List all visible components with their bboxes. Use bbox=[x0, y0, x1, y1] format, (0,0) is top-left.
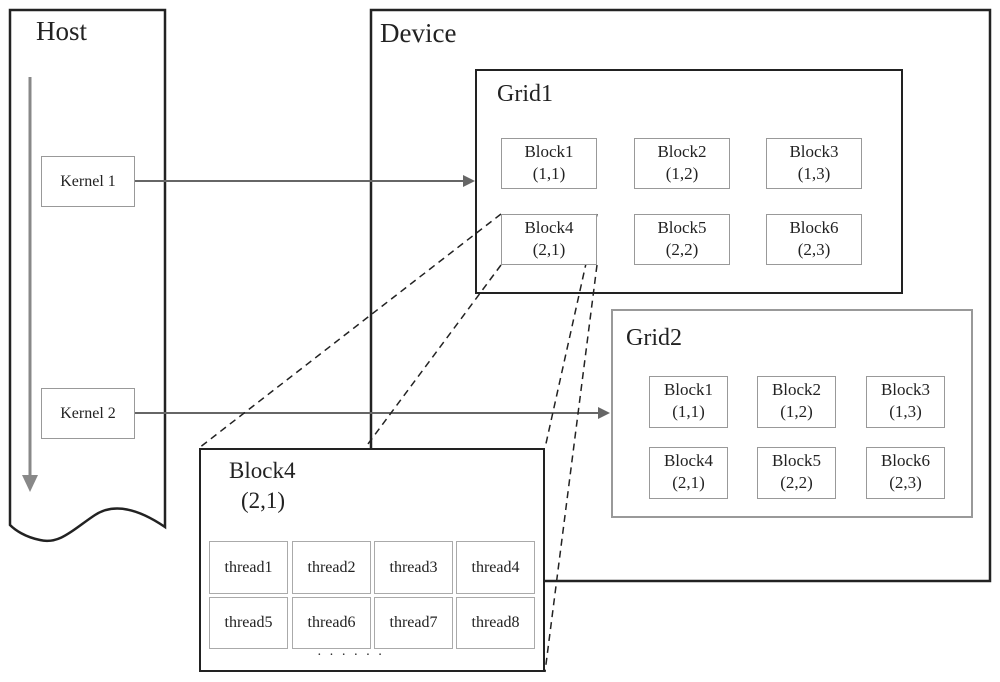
timeline-arrowhead-icon bbox=[22, 475, 38, 492]
kernel-1-label: Kernel 1 bbox=[60, 172, 116, 190]
thread-label: thread7 bbox=[389, 614, 438, 631]
thread-label: thread8 bbox=[471, 614, 520, 631]
block-coord: (1,3) bbox=[797, 164, 831, 183]
kernel1-arrowhead-icon bbox=[463, 175, 475, 187]
grid1-block-3[interactable]: Block3 (1,3) bbox=[766, 138, 862, 189]
grid2-block-5[interactable]: Block5 (2,2) bbox=[757, 447, 836, 499]
grid2-block-4[interactable]: Block4 (2,1) bbox=[649, 447, 728, 499]
block-name: Block3 bbox=[789, 142, 839, 161]
thread-label: thread6 bbox=[307, 614, 356, 631]
block-name: Block1 bbox=[524, 142, 574, 161]
thread-label: thread3 bbox=[389, 558, 438, 576]
grid1-title: Grid1 bbox=[497, 81, 553, 107]
kernel-1-box[interactable]: Kernel 1 bbox=[41, 156, 135, 207]
thread-5[interactable]: thread5 bbox=[209, 597, 288, 649]
block-coord: (2,3) bbox=[889, 473, 922, 492]
thread-label: thread2 bbox=[307, 558, 356, 576]
block-coord: (2,3) bbox=[797, 240, 831, 259]
block-name: Block3 bbox=[880, 380, 931, 399]
thread-ellipsis: · · · · · · bbox=[317, 648, 385, 663]
grid1-block-1[interactable]: Block1 (1,1) bbox=[501, 138, 597, 189]
grid2-title: Grid2 bbox=[626, 325, 682, 351]
thread-label: thread1 bbox=[224, 558, 273, 576]
block-coord: (1,1) bbox=[672, 402, 705, 421]
grid2-block-2[interactable]: Block2 (1,2) bbox=[757, 376, 836, 428]
host-panel-outline bbox=[8, 8, 167, 543]
grid2-block-6[interactable]: Block6 (2,3) bbox=[866, 447, 945, 499]
block-coord: (2,2) bbox=[665, 240, 699, 259]
kernel2-arrowhead-icon bbox=[598, 407, 610, 419]
expanded-block-coord: (2,1) bbox=[241, 488, 286, 513]
block-coord: (2,1) bbox=[672, 473, 705, 492]
thread-4[interactable]: thread4 bbox=[456, 541, 535, 594]
kernel-2-label: Kernel 2 bbox=[60, 404, 116, 422]
block-name: Block5 bbox=[657, 218, 707, 237]
block-coord: (2,1) bbox=[532, 240, 566, 259]
block-name: Block6 bbox=[789, 218, 839, 237]
thread-1[interactable]: thread1 bbox=[209, 541, 288, 594]
block-coord: (1,2) bbox=[665, 164, 699, 183]
grid2-block-1[interactable]: Block1 (1,1) bbox=[649, 376, 728, 428]
expanded-block-title: Block4 bbox=[229, 458, 296, 483]
block-name: Block4 bbox=[524, 218, 574, 237]
zoom-line-top-left bbox=[198, 213, 502, 449]
host-title: Host bbox=[36, 16, 88, 46]
kernel-2-box[interactable]: Kernel 2 bbox=[41, 388, 135, 439]
block-name: Block2 bbox=[771, 380, 822, 399]
block-coord: (2,2) bbox=[780, 473, 813, 492]
thread-7[interactable]: thread7 bbox=[374, 597, 453, 649]
block-coord: (1,3) bbox=[889, 402, 922, 421]
grid1-block-2[interactable]: Block2 (1,2) bbox=[634, 138, 730, 189]
thread-label: thread5 bbox=[224, 614, 273, 631]
grid1-block-6[interactable]: Block6 (2,3) bbox=[766, 214, 862, 265]
thread-2[interactable]: thread2 bbox=[292, 541, 371, 594]
zoom-line-bottom-right bbox=[544, 264, 598, 673]
grid1-block-5[interactable]: Block5 (2,2) bbox=[634, 214, 730, 265]
thread-8[interactable]: thread8 bbox=[456, 597, 535, 649]
device-title: Device bbox=[380, 18, 457, 48]
block-coord: (1,2) bbox=[780, 402, 813, 421]
block-name: Block1 bbox=[663, 380, 714, 399]
block-name: Block4 bbox=[663, 451, 714, 470]
grid1-block-4[interactable]: Block4 (2,1) bbox=[501, 214, 597, 265]
block-name: Block6 bbox=[880, 451, 931, 470]
block-name: Block2 bbox=[657, 142, 707, 161]
thread-6[interactable]: thread6 bbox=[292, 597, 371, 649]
thread-3[interactable]: thread3 bbox=[374, 541, 453, 594]
block-name: Block5 bbox=[771, 451, 822, 470]
grid2-block-3[interactable]: Block3 (1,3) bbox=[866, 376, 945, 428]
thread-label: thread4 bbox=[471, 558, 520, 576]
block-coord: (1,1) bbox=[532, 164, 566, 183]
